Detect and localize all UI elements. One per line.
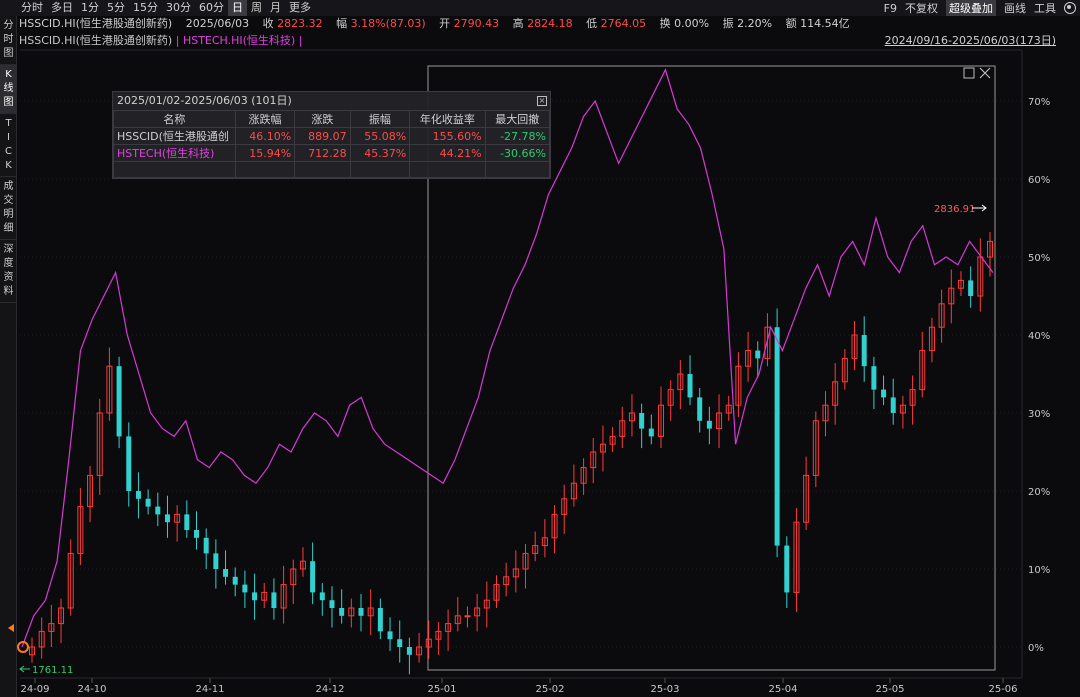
candle-body-down [387,631,393,640]
stats-cell-amp: 45.37% [349,144,411,162]
x-tick-label: 25-01 [427,684,456,695]
high-price-label: 2836.91 [934,204,975,215]
stats-row[interactable]: HSTECH(恒生科技) 15.94% 712.28 45.37% 44.21% -30.… [113,144,551,162]
candle-body-down [406,647,412,655]
stats-column-header[interactable]: 涨跌 [294,110,351,128]
x-tick-label: 25-06 [988,684,1017,695]
candle-body-down [377,608,383,632]
candle-body-down [397,639,403,647]
y-tick-label: 20% [1028,487,1050,498]
stats-cell-name: HSSCID(恒生港股通创 [113,127,236,145]
y-tick-label: 70% [1028,97,1050,108]
x-tick-label: 24-11 [195,684,224,695]
candle-body-down [339,608,345,616]
stats-cell-dd: -30.66% [484,144,551,162]
stats-column-header[interactable]: 涨跌幅 [234,110,296,128]
maximize-icon [963,67,975,79]
candle-body-down [648,428,654,437]
candle-body-down [329,600,335,608]
candle-body-down [126,436,132,491]
candle-body-down [223,569,229,577]
stats-cell-annual: 44.21% [409,144,486,162]
y-tick-label: 60% [1028,175,1050,186]
y-tick-label: 10% [1028,565,1050,576]
candle-body-down [164,514,170,523]
candle-body-down [881,389,887,398]
candle-body-down [242,584,248,593]
candle-body-down [639,413,645,429]
x-tick-label: 25-04 [768,684,797,695]
x-tick-label: 25-02 [535,684,564,695]
candle-body-down [774,327,780,546]
candle-body-down [968,280,974,296]
candle-body-down [203,537,209,554]
candle-body-down [271,592,277,608]
candle-body-down [213,553,219,569]
stats-header: 2025/01/02-2025/06/03 (101日) [117,94,292,107]
x-tick-label: 24-09 [20,684,49,695]
stats-cell-annual: 155.60% [409,127,486,145]
stats-column-header[interactable]: 振幅 [349,110,411,128]
x-tick-label: 24-12 [315,684,344,695]
close-icon[interactable]: × [537,96,547,106]
x-tick-label: 25-05 [875,684,904,695]
candle-body-down [155,506,161,515]
candle-body-down [687,374,693,398]
stats-cell-chg: 712.28 [294,144,351,162]
candle-body-down [135,491,141,499]
candle-body-down [194,530,200,538]
stats-column-header[interactable]: 年化收益率 [409,110,486,128]
x-tick-label: 24-10 [77,684,106,695]
candle-body-down [755,350,761,359]
left-scroll-arrow-icon [8,624,14,632]
stats-cell-amp: 55.08% [349,127,411,145]
low-price-label: 1761.11 [32,665,73,676]
candle-body-down [358,608,364,616]
y-tick-label: 40% [1028,331,1050,342]
stats-cell-pct: 15.94% [234,144,296,162]
candle-body-down [784,545,790,593]
candle-body-down [310,561,316,593]
stats-column-header[interactable]: 最大回撤 [484,110,551,128]
candle-body-down [145,498,151,507]
stats-column-header[interactable]: 名称 [113,110,236,128]
candle-body-down [861,335,867,367]
candle-body-down [252,592,258,601]
stats-cell-name: HSTECH(恒生科技) [113,144,236,162]
stats-cell-pct: 46.10% [234,127,296,145]
candle-body-down [697,397,703,421]
candle-body-down [116,366,122,437]
stats-cell-dd: -27.78% [484,127,551,145]
low-arrow [19,665,30,673]
y-tick-label: 50% [1028,253,1050,264]
candle-body-down [184,514,190,530]
stats-row[interactable]: HSSCID(恒生港股通创 46.10% 889.07 55.08% 155.60% -2… [113,127,551,145]
candle-body-down [706,420,712,429]
stats-table: 名称 涨跌幅 涨跌 振幅 年化收益率 最大回撤 HSSCID(恒生港股通创 46.10% 88… [113,110,551,178]
candle-body-up [464,615,471,618]
x-tick-label: 25-03 [650,684,679,695]
candle-body-down [890,397,896,413]
candle-body-down [319,592,325,601]
close-icon [979,67,991,79]
y-tick-label: 0% [1028,643,1044,654]
stats-cell-chg: 889.07 [294,127,351,145]
interval-stats-panel: 2025/01/02-2025/06/03 (101日) × 名称 涨跌幅 涨跌 振幅… [112,91,551,179]
y-tick-label: 30% [1028,409,1050,420]
candle-body-down [871,366,877,390]
candle-body-down [232,576,238,585]
